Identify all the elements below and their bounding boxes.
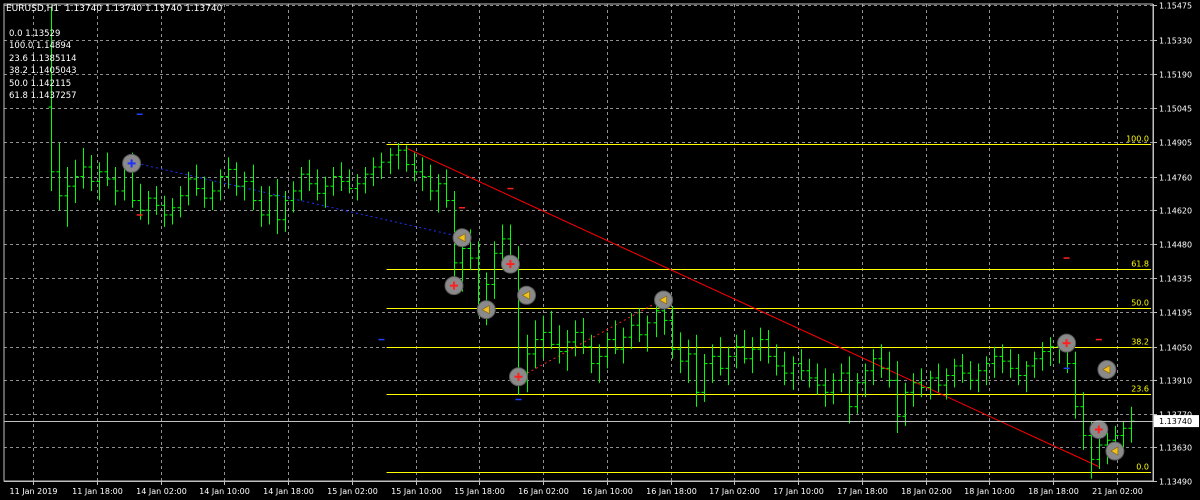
- price-tick-label: 1.14195: [1159, 309, 1192, 318]
- time-tick-label: 16 Jan 18:00: [646, 487, 697, 496]
- price-tick-label: 1.15190: [1159, 71, 1192, 80]
- symbol-header: EURUSD,H1 1.13740 1.13740 1.13740 1.1374…: [6, 4, 222, 14]
- time-tick-label: 17 Jan 18:00: [837, 487, 888, 496]
- time-tick-label: 16 Jan 10:00: [582, 487, 633, 496]
- buy-signal-icon: [1057, 333, 1077, 353]
- price-tick-label: 1.13490: [1159, 478, 1192, 487]
- fib-level-label: 23.6: [1131, 385, 1149, 394]
- fib-legend-item: 23.6 1.1385114: [9, 53, 77, 64]
- fib-legend-item: 100.0 1.14894: [9, 41, 72, 52]
- price-tick-label: 1.14620: [1159, 207, 1192, 216]
- time-tick-label: 14 Jan 02:00: [136, 487, 187, 496]
- fib-legend: 0.0 1.13529 100.0 1.14894 23.6 1.1385114…: [9, 28, 77, 102]
- time-tick-label: 15 Jan 10:00: [391, 487, 442, 496]
- buy-signal-icon: [444, 276, 464, 296]
- buy-signal-icon: [508, 367, 528, 387]
- time-tick-label: 11 Jan 2019: [10, 487, 58, 496]
- price-tick-label: 1.15475: [1159, 2, 1192, 11]
- time-tick-label: 18 Jan 18:00: [1028, 487, 1079, 496]
- time-tick-label: 15 Jan 02:00: [327, 487, 378, 496]
- symbol-label: EURUSD,H1: [6, 4, 60, 14]
- time-tick-label: 21 Jan 02:00: [1092, 487, 1143, 496]
- fib-legend-item: 61.8 1.1437257: [9, 91, 77, 102]
- price-tick-label: 1.14905: [1159, 139, 1192, 148]
- price-tick-label: 1.14335: [1159, 275, 1192, 284]
- time-tick-label: 17 Jan 10:00: [773, 487, 824, 496]
- fib-level-label: 0.0: [1136, 463, 1149, 472]
- fib-level-label: 38.2: [1131, 338, 1149, 347]
- fib-legend-item: 50.0 1.142115: [9, 78, 72, 89]
- time-tick-label: 16 Jan 02:00: [518, 487, 569, 496]
- sell-signal-icon: [1105, 441, 1125, 461]
- current-price-label: 1.13740: [1159, 417, 1192, 426]
- time-tick-label: 14 Jan 18:00: [263, 487, 314, 496]
- fib-level-label: 100.0: [1126, 135, 1149, 144]
- price-tick-label: 1.13630: [1159, 444, 1192, 453]
- sell-signal-icon: [517, 285, 537, 305]
- price-tick-label: 1.15330: [1159, 37, 1192, 46]
- time-tick-label: 18 Jan 02:00: [901, 487, 952, 496]
- price-tick-label: 1.14480: [1159, 241, 1192, 250]
- ohlc-values: 1.13740 1.13740 1.13740 1.13740: [64, 4, 223, 14]
- price-tick-label: 1.13910: [1159, 377, 1192, 386]
- sell-signal-icon: [1097, 360, 1117, 380]
- fib-level-label: 61.8: [1131, 260, 1149, 269]
- fib-legend-item: 38.2 1.1405043: [9, 66, 77, 77]
- fib-legend-item: 0.0 1.13529: [9, 29, 61, 39]
- buy-signal-icon: [1089, 419, 1109, 439]
- buy-signal-icon: [500, 254, 520, 274]
- sell-signal-icon: [452, 228, 472, 248]
- time-tick-label: 11 Jan 18:00: [72, 487, 123, 496]
- price-tick-label: 1.15045: [1159, 105, 1192, 114]
- sell-signal-icon: [476, 300, 496, 320]
- time-tick-label: 18 Jan 10:00: [964, 487, 1015, 496]
- fib-level-label: 50.0: [1131, 299, 1149, 308]
- price-tick-label: 1.14760: [1159, 174, 1192, 183]
- time-tick-label: 15 Jan 18:00: [454, 487, 505, 496]
- sell-signal-icon: [654, 290, 674, 310]
- buy-signal-icon: [122, 153, 142, 173]
- time-tick-label: 17 Jan 02:00: [709, 487, 760, 496]
- price-chart[interactable]: 100.0 61.8 50.0 38.2 23.6 0.0 1.15475 1.15330 1…: [0, 0, 1200, 500]
- time-tick-label: 14 Jan 10:00: [199, 487, 250, 496]
- price-tick-label: 1.14050: [1159, 344, 1192, 353]
